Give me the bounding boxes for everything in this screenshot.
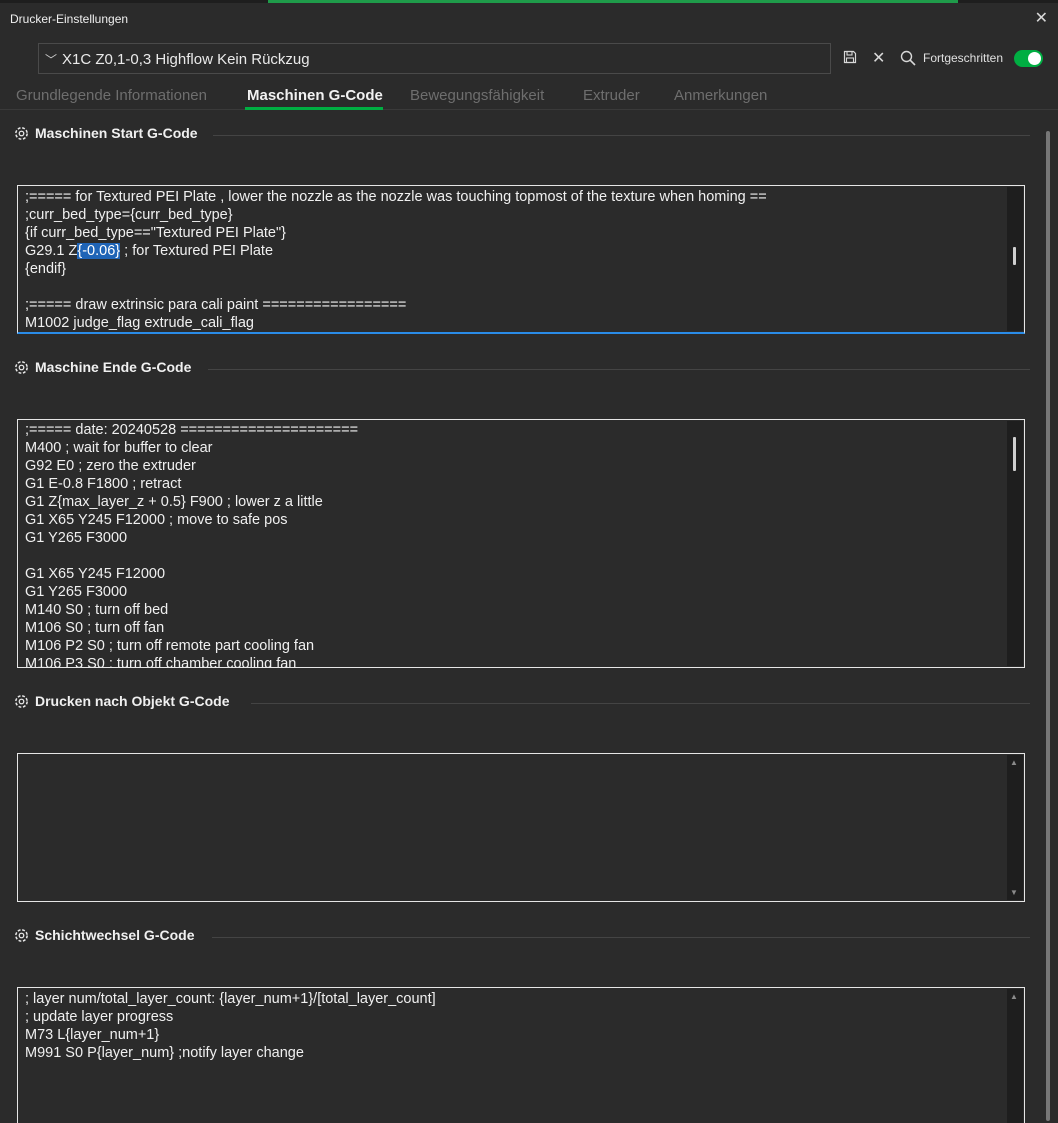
close-window-icon[interactable]: ✕ bbox=[1035, 8, 1048, 28]
section-title: Schichtwechsel G-Code bbox=[35, 927, 195, 943]
scroll-up-arrow-icon[interactable]: ▲ bbox=[1010, 992, 1018, 1001]
section-title: Maschine Ende G-Code bbox=[35, 359, 192, 375]
gear-icon bbox=[15, 361, 28, 374]
preset-select[interactable]: ﹀ X1C Z0,1-0,3 Highflow Kein Rückzug bbox=[38, 43, 831, 74]
preset-name: X1C Z0,1-0,3 Highflow Kein Rückzug bbox=[62, 51, 310, 68]
window-title: Drucker-Einstellungen bbox=[10, 12, 129, 26]
scroll-down-arrow-icon[interactable]: ▼ bbox=[1010, 888, 1018, 897]
gear-icon bbox=[15, 127, 28, 140]
preset-row: ﹀ X1C Z0,1-0,3 Highflow Kein Rückzug ✕ F… bbox=[0, 33, 1058, 83]
layer-change-gcode-editor[interactable]: ; layer num/total_layer_count: {layer_nu… bbox=[17, 987, 1025, 1123]
advanced-mode-toggle[interactable] bbox=[1014, 50, 1043, 67]
scrollbar-thumb[interactable] bbox=[1013, 437, 1016, 471]
end-gcode-text[interactable]: ;===== date: 20240528 ==================… bbox=[25, 421, 1002, 667]
settings-content[interactable]: Maschinen Start G-Code ;===== for Textur… bbox=[0, 111, 1058, 1123]
editor-scrollbar[interactable] bbox=[1007, 187, 1023, 331]
start-gcode-editor[interactable]: ;===== for Textured PEI Plate , lower th… bbox=[17, 185, 1025, 334]
after-object-gcode-editor[interactable]: ▲ ▼ bbox=[17, 753, 1025, 902]
save-icon[interactable] bbox=[843, 50, 857, 64]
search-icon[interactable] bbox=[900, 50, 916, 66]
chevron-down-icon: ﹀ bbox=[45, 53, 58, 67]
layer-change-gcode-text[interactable]: ; layer num/total_layer_count: {layer_nu… bbox=[25, 990, 1002, 1062]
end-gcode-editor[interactable]: ;===== date: 20240528 ==================… bbox=[17, 419, 1025, 668]
advanced-mode-label: Fortgeschritten bbox=[923, 51, 1004, 65]
tab-bar: Grundlegende Informationen Maschinen G-C… bbox=[0, 83, 1058, 110]
section-divider bbox=[212, 937, 1030, 938]
section-divider bbox=[251, 703, 1030, 704]
tab-machine-gcode[interactable]: Maschinen G-Code bbox=[247, 87, 383, 104]
editor-scrollbar[interactable]: ▲ bbox=[1007, 989, 1023, 1123]
scrollbar-thumb[interactable] bbox=[1013, 247, 1016, 265]
tab-notes[interactable]: Anmerkungen bbox=[674, 87, 767, 104]
tab-extruder[interactable]: Extruder bbox=[583, 87, 640, 104]
section-title: Drucken nach Objekt G-Code bbox=[35, 693, 230, 709]
gear-icon bbox=[15, 695, 28, 708]
tab-basic-information[interactable]: Grundlegende Informationen bbox=[16, 87, 207, 104]
section-title: Maschinen Start G-Code bbox=[35, 125, 198, 141]
editor-scrollbar[interactable] bbox=[1007, 421, 1023, 666]
gear-icon bbox=[15, 929, 28, 942]
active-tab-indicator bbox=[245, 107, 383, 110]
section-divider bbox=[208, 369, 1030, 370]
content-scrollbar[interactable] bbox=[1046, 131, 1050, 1121]
section-divider bbox=[213, 135, 1030, 136]
tab-motion-ability[interactable]: Bewegungsfähigkeit bbox=[410, 87, 544, 104]
title-bar: Drucker-Einstellungen ✕ bbox=[0, 3, 1058, 33]
toggle-knob bbox=[1028, 52, 1041, 65]
selected-text: {-0.06} bbox=[77, 243, 121, 259]
scroll-up-arrow-icon[interactable]: ▲ bbox=[1010, 758, 1018, 767]
start-gcode-text[interactable]: ;===== for Textured PEI Plate , lower th… bbox=[25, 188, 1002, 332]
delete-preset-icon[interactable]: ✕ bbox=[872, 48, 885, 68]
editor-scrollbar[interactable]: ▲ ▼ bbox=[1007, 755, 1023, 900]
